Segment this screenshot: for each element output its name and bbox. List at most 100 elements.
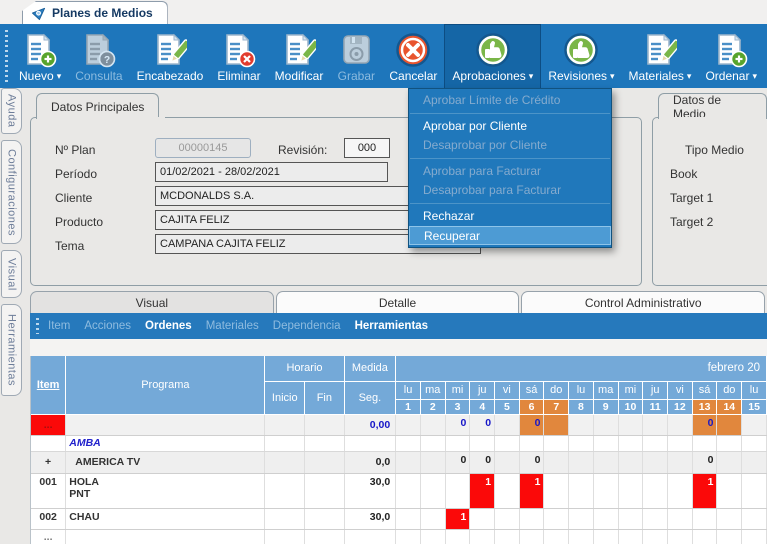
view-tab-detalle[interactable]: Detalle: [276, 291, 520, 313]
day-total-cell[interactable]: [569, 414, 594, 435]
toolbar-button-modificar[interactable]: Modificar: [268, 24, 331, 88]
day-cell[interactable]: [593, 451, 618, 473]
nplan-field[interactable]: 00000145: [155, 138, 251, 158]
fin-cell[interactable]: [305, 508, 344, 529]
toolbar-button-aprobaciones[interactable]: Aprobaciones▾: [444, 24, 541, 88]
sidebar-tab-configuraciones[interactable]: Configuraciones: [1, 140, 22, 244]
datos-medio-tab[interactable]: Datos de Medio: [658, 93, 767, 119]
inicio-cell[interactable]: [265, 451, 305, 473]
day-total-cell[interactable]: [495, 414, 520, 435]
spot-cell[interactable]: 1: [470, 473, 495, 508]
day-total-cell[interactable]: [420, 414, 445, 435]
toolbar-button-eliminar[interactable]: Eliminar: [210, 24, 267, 88]
day-cell[interactable]: [470, 529, 495, 544]
fin-cell[interactable]: [305, 451, 344, 473]
day-cell[interactable]: [544, 451, 569, 473]
day-cell[interactable]: [593, 508, 618, 529]
toolbar-button-nuevo[interactable]: Nuevo▾: [12, 24, 68, 88]
item-number-cell[interactable]: 002: [31, 508, 66, 529]
day-cell[interactable]: [495, 473, 520, 508]
day-total-cell[interactable]: [396, 414, 421, 435]
program-name-cell[interactable]: HOLAPNT: [66, 473, 265, 508]
day-cell[interactable]: [668, 508, 693, 529]
grid-menu-ordenes[interactable]: Ordenes: [145, 320, 192, 332]
day-cell[interactable]: [420, 508, 445, 529]
day-cell[interactable]: [668, 529, 693, 544]
day-cell[interactable]: [420, 451, 445, 473]
program-name-cell[interactable]: CHAU: [66, 508, 265, 529]
day-cell[interactable]: 0: [519, 451, 544, 473]
programa-cell[interactable]: [66, 529, 265, 544]
expand-row-button[interactable]: +: [31, 451, 66, 473]
menu-item-recuperar[interactable]: Recuperar: [409, 226, 611, 245]
seg-cell[interactable]: [344, 435, 396, 451]
day-cell[interactable]: [519, 508, 544, 529]
programa-cell[interactable]: [66, 414, 265, 435]
toolbar-button-revisiones[interactable]: Revisiones▾: [541, 24, 621, 88]
day-cell[interactable]: [519, 529, 544, 544]
day-cell[interactable]: [742, 508, 767, 529]
day-cell[interactable]: [495, 451, 520, 473]
day-cell[interactable]: [445, 473, 470, 508]
day-cell[interactable]: [470, 435, 495, 451]
day-cell[interactable]: [470, 508, 495, 529]
day-cell[interactable]: 0: [445, 451, 470, 473]
fin-cell[interactable]: [305, 473, 344, 508]
day-total-cell[interactable]: 0: [445, 414, 470, 435]
day-cell[interactable]: [569, 451, 594, 473]
item-cell[interactable]: [31, 435, 66, 451]
more-rows-cell[interactable]: ...: [31, 529, 66, 544]
toolbar-drag-handle[interactable]: [5, 30, 8, 82]
day-cell[interactable]: [396, 473, 421, 508]
group-name-cell[interactable]: AMBA: [66, 435, 265, 451]
day-cell[interactable]: [396, 435, 421, 451]
inicio-cell[interactable]: [265, 473, 305, 508]
day-cell[interactable]: [396, 451, 421, 473]
day-cell[interactable]: [618, 435, 643, 451]
day-cell[interactable]: [742, 529, 767, 544]
col-header-item[interactable]: Item: [31, 356, 66, 414]
day-cell[interactable]: [519, 435, 544, 451]
day-cell[interactable]: [618, 473, 643, 508]
day-cell[interactable]: [742, 451, 767, 473]
day-cell[interactable]: [495, 529, 520, 544]
periodo-field[interactable]: 01/02/2021 - 28/02/2021: [155, 162, 388, 182]
day-total-cell[interactable]: 0: [470, 414, 495, 435]
day-cell[interactable]: [618, 508, 643, 529]
day-cell[interactable]: [569, 508, 594, 529]
spot-cell[interactable]: 1: [445, 508, 470, 529]
channel-name-cell[interactable]: AMERICA TV: [66, 451, 265, 473]
day-cell[interactable]: [420, 529, 445, 544]
view-tab-visual[interactable]: Visual: [30, 291, 274, 313]
day-cell[interactable]: [445, 529, 470, 544]
toolbar-button-ordenar[interactable]: Ordenar▾: [698, 24, 764, 88]
fin-cell[interactable]: [305, 414, 344, 435]
sidebar-tab-visual[interactable]: Visual: [1, 250, 22, 298]
inicio-cell[interactable]: [265, 529, 305, 544]
day-cell[interactable]: [643, 508, 668, 529]
day-cell[interactable]: [420, 435, 445, 451]
totals-item-cell[interactable]: ...: [31, 414, 66, 435]
sidebar-tab-ayuda[interactable]: Ayuda: [1, 88, 22, 134]
day-cell[interactable]: [742, 435, 767, 451]
day-total-cell[interactable]: [544, 414, 569, 435]
day-cell[interactable]: [495, 508, 520, 529]
day-cell[interactable]: [544, 508, 569, 529]
day-total-cell[interactable]: [618, 414, 643, 435]
toolbar-button-cancelar[interactable]: Cancelar: [382, 24, 444, 88]
day-cell[interactable]: [593, 529, 618, 544]
menu-item-rechazar[interactable]: Rechazar: [409, 207, 611, 226]
menu-item-aprobar-por-cliente[interactable]: Aprobar por Cliente: [409, 117, 611, 136]
day-total-cell[interactable]: [593, 414, 618, 435]
day-cell[interactable]: [593, 435, 618, 451]
grid-toolbar-drag-handle[interactable]: [36, 318, 39, 334]
day-cell[interactable]: [569, 435, 594, 451]
day-total-cell[interactable]: 0: [692, 414, 717, 435]
day-cell[interactable]: [396, 529, 421, 544]
inicio-cell[interactable]: [265, 414, 305, 435]
day-total-cell[interactable]: [742, 414, 767, 435]
day-cell[interactable]: [668, 435, 693, 451]
fin-cell[interactable]: [305, 529, 344, 544]
day-cell[interactable]: [717, 529, 742, 544]
day-cell[interactable]: [668, 473, 693, 508]
